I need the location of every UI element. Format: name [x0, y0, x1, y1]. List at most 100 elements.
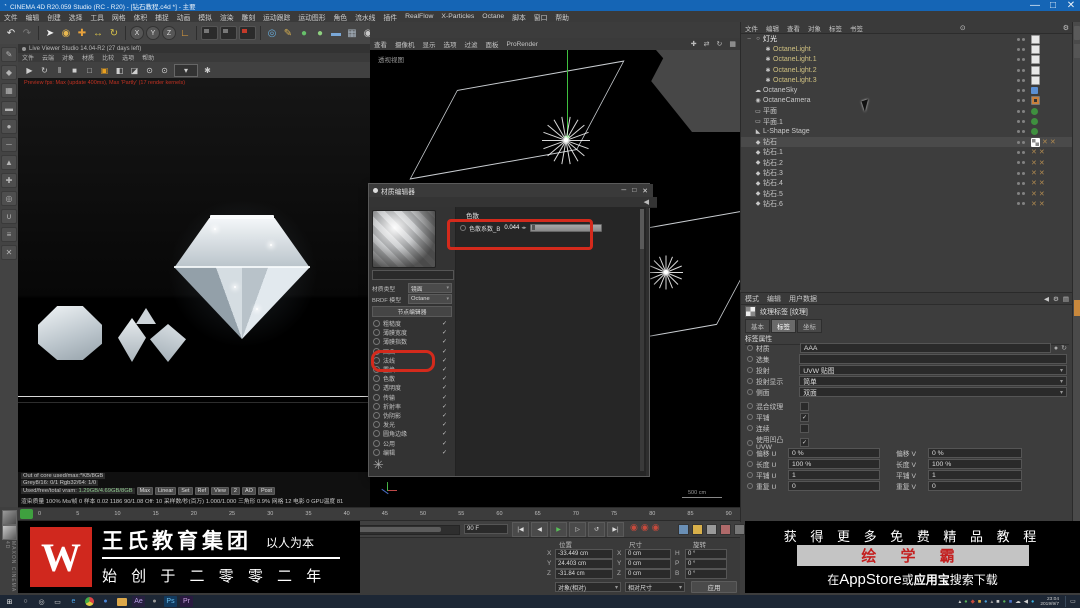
material-channel-item[interactable]: 折射率 ✓ — [369, 402, 455, 411]
crossed-tag-icon[interactable]: ✕ — [1039, 159, 1045, 167]
viewport-menu-item[interactable]: 摄像机 — [391, 39, 419, 49]
folder-icon[interactable] — [117, 597, 127, 606]
sky-tag-icon[interactable] — [1031, 87, 1038, 95]
object-manager-menu-item[interactable]: 对象 — [804, 23, 825, 33]
menu-item[interactable]: 流水线 — [351, 12, 379, 22]
position-field[interactable]: 24.403 cm — [555, 559, 613, 569]
phong-tag-icon[interactable] — [1031, 107, 1038, 115]
channel-check[interactable]: ✓ — [442, 412, 447, 419]
cortana-icon[interactable]: ◎ — [35, 596, 48, 607]
visibility-dot[interactable] — [1022, 161, 1025, 165]
rotate-tool-icon[interactable]: ↻ — [107, 26, 121, 40]
visibility-dot[interactable] — [1017, 202, 1020, 206]
tray-icon[interactable]: ■ — [996, 599, 999, 605]
timeline-tick[interactable]: 35 — [305, 511, 311, 517]
tile-checkbox[interactable]: ✓ — [800, 412, 809, 422]
dialog-scrollbar[interactable] — [640, 209, 644, 471]
animation-dot[interactable] — [747, 356, 753, 362]
object-tree-row[interactable]: ✱ OctaneLight.2 — [741, 65, 1073, 75]
viewport-menu-item[interactable]: 选项 — [440, 39, 461, 49]
object-name[interactable]: OctaneLight.3 — [773, 77, 817, 84]
timeline-tick[interactable]: 80 — [649, 511, 655, 517]
material-type-dropdown[interactable]: 镜面 — [408, 283, 452, 293]
visibility-dot[interactable] — [1017, 161, 1020, 165]
start-button[interactable]: ⊞ — [3, 596, 16, 607]
object-name[interactable]: 钻石.5 — [763, 189, 783, 199]
tray-icon[interactable]: ▴ — [959, 599, 962, 605]
channel-check[interactable]: ✓ — [442, 375, 447, 382]
viewport-nav-icon[interactable]: ⇄ — [704, 40, 714, 48]
render-stat-button[interactable]: View — [211, 487, 229, 495]
menu-item[interactable]: 动画 — [173, 12, 195, 22]
object-name[interactable]: 钻石 — [763, 137, 777, 147]
keyframe-toggle-0[interactable] — [678, 524, 689, 535]
expand-toggle[interactable]: − — [745, 36, 753, 43]
viewport-menu-item[interactable]: 面板 — [482, 39, 503, 49]
rotation-field[interactable]: 0 ° — [685, 559, 727, 569]
tab-坐标[interactable]: 坐标 — [797, 319, 822, 333]
octane-globe-icon[interactable]: ◎ — [265, 26, 279, 40]
timeline-tick[interactable]: 5 — [76, 511, 79, 517]
object-manager-menu-item[interactable]: 编辑 — [762, 23, 783, 33]
viewport-menu-item[interactable]: 查看 — [370, 39, 391, 49]
crossed-tag-icon[interactable]: ✕ — [1031, 179, 1037, 187]
menu-item[interactable]: 运动图形 — [294, 12, 329, 22]
channel-check[interactable]: ✓ — [442, 329, 447, 336]
object-tree-row[interactable]: ◆ 钻石 ✕ ✕ — [741, 136, 1073, 148]
end-frame-field[interactable]: 90 F — [464, 524, 508, 534]
menu-item[interactable]: 创建 — [43, 12, 65, 22]
object-name[interactable]: OctaneSky — [763, 87, 797, 94]
object-tree-row[interactable]: ▭ 平面 — [741, 106, 1073, 116]
keyframe-toggle-4[interactable] — [734, 524, 745, 535]
viewport-nav-icon[interactable]: ↻ — [717, 40, 727, 48]
object-name[interactable]: 钻石.2 — [763, 158, 783, 168]
x-axis-toggle[interactable]: X — [130, 26, 144, 40]
scale-tool-icon[interactable]: ↔ — [91, 26, 105, 40]
visibility-dot[interactable] — [1017, 192, 1020, 196]
object-tree-row[interactable]: ◆ 钻石.5 ✕ ✕ — [741, 188, 1073, 198]
visibility-dot[interactable] — [1017, 120, 1020, 124]
keyframe-toggle-3[interactable] — [720, 524, 731, 535]
channel-check[interactable]: ✓ — [442, 357, 447, 364]
timeline-tick[interactable]: 45 — [382, 511, 388, 517]
phong-tag-icon[interactable] — [1031, 128, 1038, 136]
render-stat-button[interactable]: AO — [241, 487, 256, 495]
position-field[interactable]: -33.449 cm — [555, 549, 613, 559]
timeline-tick[interactable]: 65 — [535, 511, 541, 517]
premiere-icon[interactable]: Pr — [180, 596, 193, 607]
side-dropdown[interactable]: 双面 — [799, 387, 1067, 397]
live-viewer-menu-item[interactable]: 比较 — [98, 53, 118, 62]
viewport-label[interactable]: 透视视图 — [378, 54, 404, 64]
texture-mode-icon[interactable]: ▦ — [1, 83, 17, 98]
render-view-icon[interactable] — [201, 26, 218, 40]
size-field[interactable]: 0 cm — [625, 549, 671, 559]
compositing-tag-icon[interactable] — [1031, 34, 1040, 44]
edge-icon[interactable]: e — [67, 596, 80, 607]
gem-octahedron[interactable] — [118, 318, 146, 362]
compositing-tag-icon[interactable] — [1031, 65, 1040, 75]
menu-item[interactable]: 渲染 — [216, 12, 238, 22]
value-stepper[interactable]: ◂▸ — [521, 225, 526, 231]
visibility-dot[interactable] — [1017, 99, 1020, 103]
render-stat-button[interactable]: Max — [136, 487, 153, 495]
timeline-tick[interactable]: 15 — [153, 511, 159, 517]
menu-item[interactable]: 插件 — [379, 12, 401, 22]
visibility-dot[interactable] — [1022, 130, 1025, 134]
object-name[interactable]: OctaneCamera — [763, 97, 810, 104]
live-viewer-menu-item[interactable]: 材质 — [78, 53, 98, 62]
cursor-tool-icon[interactable]: ➤ — [43, 26, 57, 40]
undo-icon[interactable]: ↶ — [4, 26, 18, 40]
timeline-tick[interactable]: 75 — [611, 511, 617, 517]
visibility-dot[interactable] — [1017, 68, 1020, 72]
z-axis-toggle[interactable]: Z — [162, 26, 176, 40]
gem-chip[interactable] — [136, 308, 156, 324]
lv-lock-icon[interactable]: ▣ — [99, 65, 110, 76]
visibility-dot[interactable] — [1017, 47, 1020, 51]
menu-item[interactable]: 窗口 — [530, 12, 552, 22]
size-mode-dropdown[interactable]: 相对尺寸 — [625, 582, 685, 592]
visibility-dot[interactable] — [1022, 99, 1025, 103]
object-name[interactable]: 钻石.3 — [763, 168, 783, 178]
object-name[interactable]: 平面 — [763, 106, 777, 116]
coord-system-icon[interactable]: ∟ — [178, 26, 192, 40]
app-icon-blue[interactable]: ● — [99, 596, 112, 607]
